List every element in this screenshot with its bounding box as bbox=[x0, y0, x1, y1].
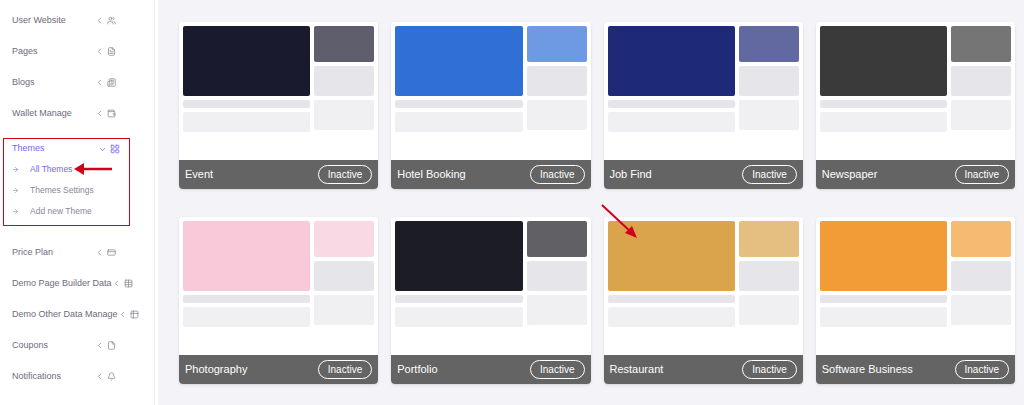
theme-card-wrap: Software Business Inactive bbox=[816, 217, 1015, 384]
grid-icon bbox=[110, 144, 120, 154]
menu-icon bbox=[107, 78, 116, 87]
theme-footer: Software Business Inactive bbox=[816, 355, 1015, 384]
status-button[interactable]: Inactive bbox=[742, 165, 796, 184]
sidebar-item[interactable]: User Website bbox=[0, 5, 154, 36]
sidebar-item[interactable]: Price Plan bbox=[0, 237, 154, 268]
theme-card-wrap: Event Inactive bbox=[179, 22, 378, 189]
status-button[interactable]: Inactive bbox=[530, 360, 584, 379]
themes-group: ThemesAll ThemesThemes SettingsAdd new T… bbox=[3, 138, 130, 226]
theme-name: Job Find bbox=[610, 166, 652, 183]
chevron-left-icon bbox=[95, 341, 104, 350]
theme-footer: Restaurant Inactive bbox=[604, 355, 803, 384]
pointer-arrow-icon bbox=[74, 159, 114, 179]
theme-card[interactable]: Portfolio Inactive bbox=[391, 217, 590, 384]
chevron-left-icon bbox=[95, 47, 104, 56]
arrow-right-icon bbox=[12, 208, 19, 215]
theme-card-wrap: Job Find Inactive bbox=[604, 22, 803, 189]
sidebar-item[interactable]: Wallet Manage bbox=[0, 98, 154, 129]
theme-card[interactable]: Newspaper Inactive bbox=[816, 22, 1015, 189]
theme-card-wrap: Newspaper Inactive bbox=[816, 22, 1015, 189]
theme-card-wrap: Portfolio Inactive bbox=[391, 217, 590, 384]
theme-card-wrap: Hotel Booking Inactive bbox=[391, 22, 590, 189]
theme-footer: Job Find Inactive bbox=[604, 160, 803, 189]
theme-footer: Event Inactive bbox=[179, 160, 378, 189]
theme-grid: EventInactiveHotel BookingInactiveJob Fi… bbox=[179, 22, 1015, 384]
theme-card[interactable]: Software Business Inactive bbox=[816, 217, 1015, 384]
status-button[interactable]: Inactive bbox=[530, 165, 584, 184]
theme-card-wrap: Photography Inactive bbox=[179, 217, 378, 384]
status-button[interactable]: Inactive bbox=[318, 165, 372, 184]
sidebar-subitem[interactable]: All Themes bbox=[4, 159, 129, 180]
arrow-right-icon bbox=[12, 187, 19, 194]
status-button[interactable]: Inactive bbox=[742, 360, 796, 379]
sidebar-item[interactable]: Demo Page Builder Data bbox=[0, 268, 154, 299]
sidebar-item[interactable]: Themes bbox=[4, 139, 129, 159]
theme-card[interactable]: Job Find Inactive bbox=[604, 22, 803, 189]
status-button[interactable]: Inactive bbox=[955, 165, 1009, 184]
sidebar-subitem[interactable]: Add new Theme bbox=[4, 201, 129, 222]
theme-card[interactable]: Photography Inactive bbox=[179, 217, 378, 384]
theme-footer: Photography Inactive bbox=[179, 355, 378, 384]
chevron-left-icon bbox=[95, 16, 104, 25]
sidebar-item[interactable]: Blogs bbox=[0, 67, 154, 98]
menu-icon bbox=[107, 341, 116, 350]
theme-card[interactable]: Event Inactive bbox=[179, 22, 378, 189]
theme-footer: Hotel Booking Inactive bbox=[391, 160, 590, 189]
sidebar-item[interactable]: Coupons bbox=[0, 330, 154, 361]
sidebar: User WebsitePagesBlogsWallet Manage Theme… bbox=[0, 0, 155, 405]
menu-icon bbox=[107, 109, 116, 118]
chevron-down-icon bbox=[98, 145, 107, 154]
theme-footer: Newspaper Inactive bbox=[816, 160, 1015, 189]
menu-icon bbox=[107, 47, 116, 56]
app: User WebsitePagesBlogsWallet Manage Theme… bbox=[0, 0, 1024, 405]
chevron-left-icon bbox=[95, 109, 104, 118]
chevron-left-icon bbox=[112, 279, 121, 288]
arrow-right-icon bbox=[12, 166, 19, 173]
chevron-left-icon bbox=[118, 310, 127, 319]
theme-name: Event bbox=[185, 166, 213, 183]
chevron-left-icon bbox=[95, 372, 104, 381]
theme-card[interactable]: Restaurant Inactive bbox=[604, 217, 803, 384]
theme-name: Photography bbox=[185, 361, 247, 378]
theme-card-wrap: Restaurant Inactive bbox=[604, 217, 803, 384]
theme-footer: Portfolio Inactive bbox=[391, 355, 590, 384]
menu-icon bbox=[130, 310, 139, 319]
menu-icon bbox=[107, 372, 116, 381]
sidebar-item[interactable]: Notifications bbox=[0, 361, 154, 392]
sidebar-subitem[interactable]: Themes Settings bbox=[4, 180, 129, 201]
theme-name: Restaurant bbox=[610, 361, 664, 378]
menu-icon bbox=[124, 279, 133, 288]
theme-name: Software Business bbox=[822, 361, 913, 378]
sidebar-item[interactable]: Demo Other Data Manage bbox=[0, 299, 154, 330]
sidebar-item[interactable]: Pages bbox=[0, 36, 154, 67]
chevron-left-icon bbox=[95, 248, 104, 257]
menu-icon bbox=[107, 248, 116, 257]
menu-icon bbox=[107, 16, 116, 25]
chevron-left-icon bbox=[95, 78, 104, 87]
themes-panel: EventInactiveHotel BookingInactiveJob Fi… bbox=[158, 0, 1024, 405]
status-button[interactable]: Inactive bbox=[318, 360, 372, 379]
theme-name: Hotel Booking bbox=[397, 166, 466, 183]
status-button[interactable]: Inactive bbox=[955, 360, 1009, 379]
pointer-arrow-icon bbox=[600, 203, 640, 243]
theme-name: Portfolio bbox=[397, 361, 437, 378]
theme-card[interactable]: Hotel Booking Inactive bbox=[391, 22, 590, 189]
theme-name: Newspaper bbox=[822, 166, 878, 183]
